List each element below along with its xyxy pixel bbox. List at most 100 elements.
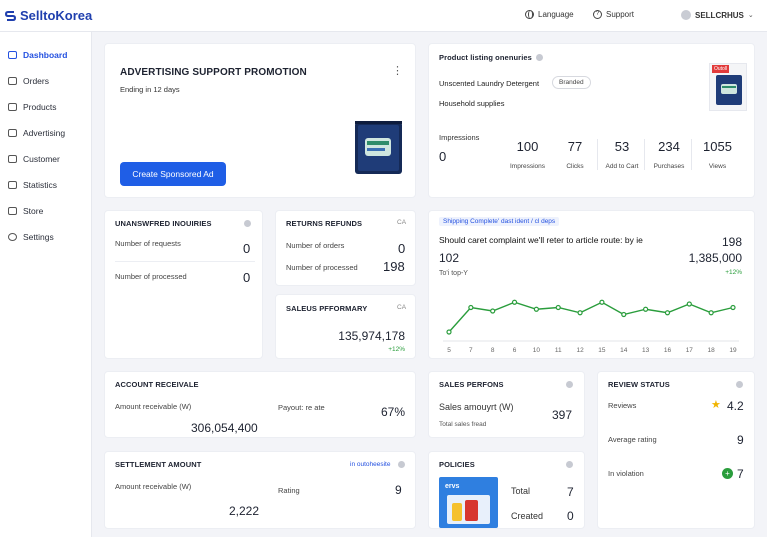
stat-label: Impressions [509, 163, 546, 170]
inquiries-card: UNANSWFRED INOUIRIES Number of requests … [104, 210, 263, 359]
data-point[interactable] [686, 301, 692, 307]
data-point[interactable] [599, 299, 605, 305]
x-tick-label: 10 [533, 347, 541, 354]
stat-impressions: 100 Impressions [505, 139, 550, 170]
account-receivable-card: ACCOUNT RECEIVALE Amount receivable (W) … [104, 371, 416, 438]
returns-row-label: Number of orders [286, 241, 345, 250]
stat-purchases: 234 Purchases [647, 139, 692, 170]
sidebar-item-dashboard[interactable]: Dashboard [8, 50, 67, 60]
info-icon[interactable] [736, 381, 743, 388]
promo-subtitle: Ending in 12 days [120, 85, 180, 94]
data-point[interactable] [468, 304, 474, 311]
data-point[interactable] [730, 304, 736, 311]
data-point[interactable] [446, 329, 452, 335]
sales-perf-title: SALEUS PFFORMARY [286, 304, 368, 313]
x-tick-label: 16 [664, 347, 672, 354]
returns-title: RETURNS REFUNDS [286, 219, 363, 228]
sidebar-item-settings[interactable]: Settings [8, 232, 54, 242]
info-icon[interactable] [536, 54, 543, 61]
data-point[interactable] [643, 306, 649, 312]
user-menu[interactable]: SELLCRHUS ⌄ [681, 10, 754, 20]
x-tick-label: 6 [513, 347, 517, 354]
info-icon[interactable] [566, 461, 573, 468]
stat-value: 1055 [703, 139, 732, 154]
product-thumbnail[interactable]: Outoll [709, 63, 747, 111]
data-point[interactable] [664, 310, 671, 316]
policies-row-value: 7 [567, 485, 574, 499]
stat-add-to-cart: 53 Add to Cart [600, 139, 645, 170]
inquiries-row-label: Number of requests [115, 239, 181, 248]
more-icon[interactable]: ⋮ [392, 64, 403, 77]
sidebar-item-customer[interactable]: Customer [8, 154, 60, 164]
review-row-label: In violation [608, 469, 644, 478]
info-icon[interactable] [398, 461, 405, 468]
review-row-label: Reviews [608, 401, 637, 410]
customer-icon [8, 155, 17, 163]
thumb-tag: Outoll [712, 65, 730, 73]
settlement-label: Amount receivable (W) [115, 482, 192, 491]
violation-icon: + [722, 468, 733, 479]
info-icon[interactable] [566, 381, 573, 388]
x-tick-label: 7 [469, 347, 473, 354]
support-label: Support [606, 10, 635, 19]
shipping-sub: To'i top-Y [439, 270, 468, 277]
sidebar-item-advertising[interactable]: Advertising [8, 128, 65, 138]
policies-title: POLICIES [439, 460, 475, 469]
product-name: Unscented Laundry Detergent [439, 79, 540, 88]
settings-icon [8, 233, 17, 241]
x-tick-label: 11 [555, 347, 562, 354]
shipping-change: +12% [725, 269, 742, 276]
data-point[interactable] [490, 308, 496, 314]
data-point[interactable] [511, 299, 518, 305]
orders-icon [8, 77, 17, 85]
listing-title: Product listing onenuries [439, 53, 532, 62]
settlement-title: SETTLEMENT AMOUNT [115, 460, 202, 469]
support-button[interactable]: ? Support [593, 10, 634, 19]
sales-performance-card: SALEUS PFFORMARY CA 135,974,178 +12% [275, 294, 416, 359]
info-icon[interactable] [244, 220, 251, 227]
sidebar-item-label: Orders [23, 76, 49, 86]
settlement-link[interactable]: in outoheesite [350, 461, 390, 468]
data-point[interactable] [533, 306, 539, 312]
series-line [448, 301, 734, 333]
policies-row-label: Created [511, 511, 544, 521]
sales-perfons-unit: (W) [499, 402, 514, 412]
data-point[interactable] [555, 304, 561, 311]
data-point[interactable] [621, 311, 627, 318]
chevron-down-icon: ⌄ [747, 12, 754, 19]
x-tick-label: 8 [491, 347, 495, 354]
data-point[interactable] [708, 310, 714, 316]
app-logo[interactable]: SelltoKorea [5, 8, 92, 23]
review-row-value: 9 [737, 433, 744, 447]
products-icon [8, 103, 17, 111]
sidebar-item-store[interactable]: Store [8, 206, 43, 216]
sidebar-item-products[interactable]: Products [8, 102, 57, 112]
stat-views: 1055 Views [695, 139, 740, 170]
stat-value: 100 [516, 139, 539, 154]
promo-card: ADVERTISING SUPPORT PROMOTION Ending in … [104, 43, 416, 198]
branded-badge: Branded [552, 76, 591, 89]
stat-value: 77 [567, 139, 583, 154]
sidebar-item-statistics[interactable]: Statistics [8, 180, 57, 190]
create-sponsored-ad-button[interactable]: Create Sponsored Ad [120, 162, 226, 186]
rating-value: 9 [395, 483, 402, 497]
promo-title: ADVERTISING SUPPORT PROMOTION [120, 67, 307, 78]
policies-thumbnail[interactable]: ervs [439, 477, 498, 528]
trend-line-chart: 5 7 8 6 10 11 12 15 14 13 16 17 18 19 [443, 299, 739, 354]
shipping-badge[interactable]: Shipping Complete' dast ident / cl deps [439, 217, 560, 226]
data-point[interactable] [577, 310, 583, 316]
sidebar-item-label: Store [23, 206, 44, 216]
sidebar: Dashboard Orders Products Advertising Cu… [0, 32, 92, 537]
returns-card: RETURNS REFUNDS CA Number of orders 0 Nu… [275, 210, 416, 286]
x-tick-label: 5 [447, 347, 451, 354]
account-value: 306,054,400 [191, 421, 258, 435]
stat-value: 53 [614, 139, 630, 154]
sidebar-item-orders[interactable]: Orders [8, 76, 49, 86]
x-tick-label: 15 [598, 347, 606, 354]
sales-perfons-title: SALES PERFONS [439, 380, 504, 389]
language-button[interactable]: Language [525, 10, 574, 19]
impressions-label: Impressions [439, 133, 480, 142]
star-icon: ★ [711, 399, 721, 411]
x-tick-label: 13 [642, 347, 650, 354]
bottle-icon [465, 500, 478, 521]
